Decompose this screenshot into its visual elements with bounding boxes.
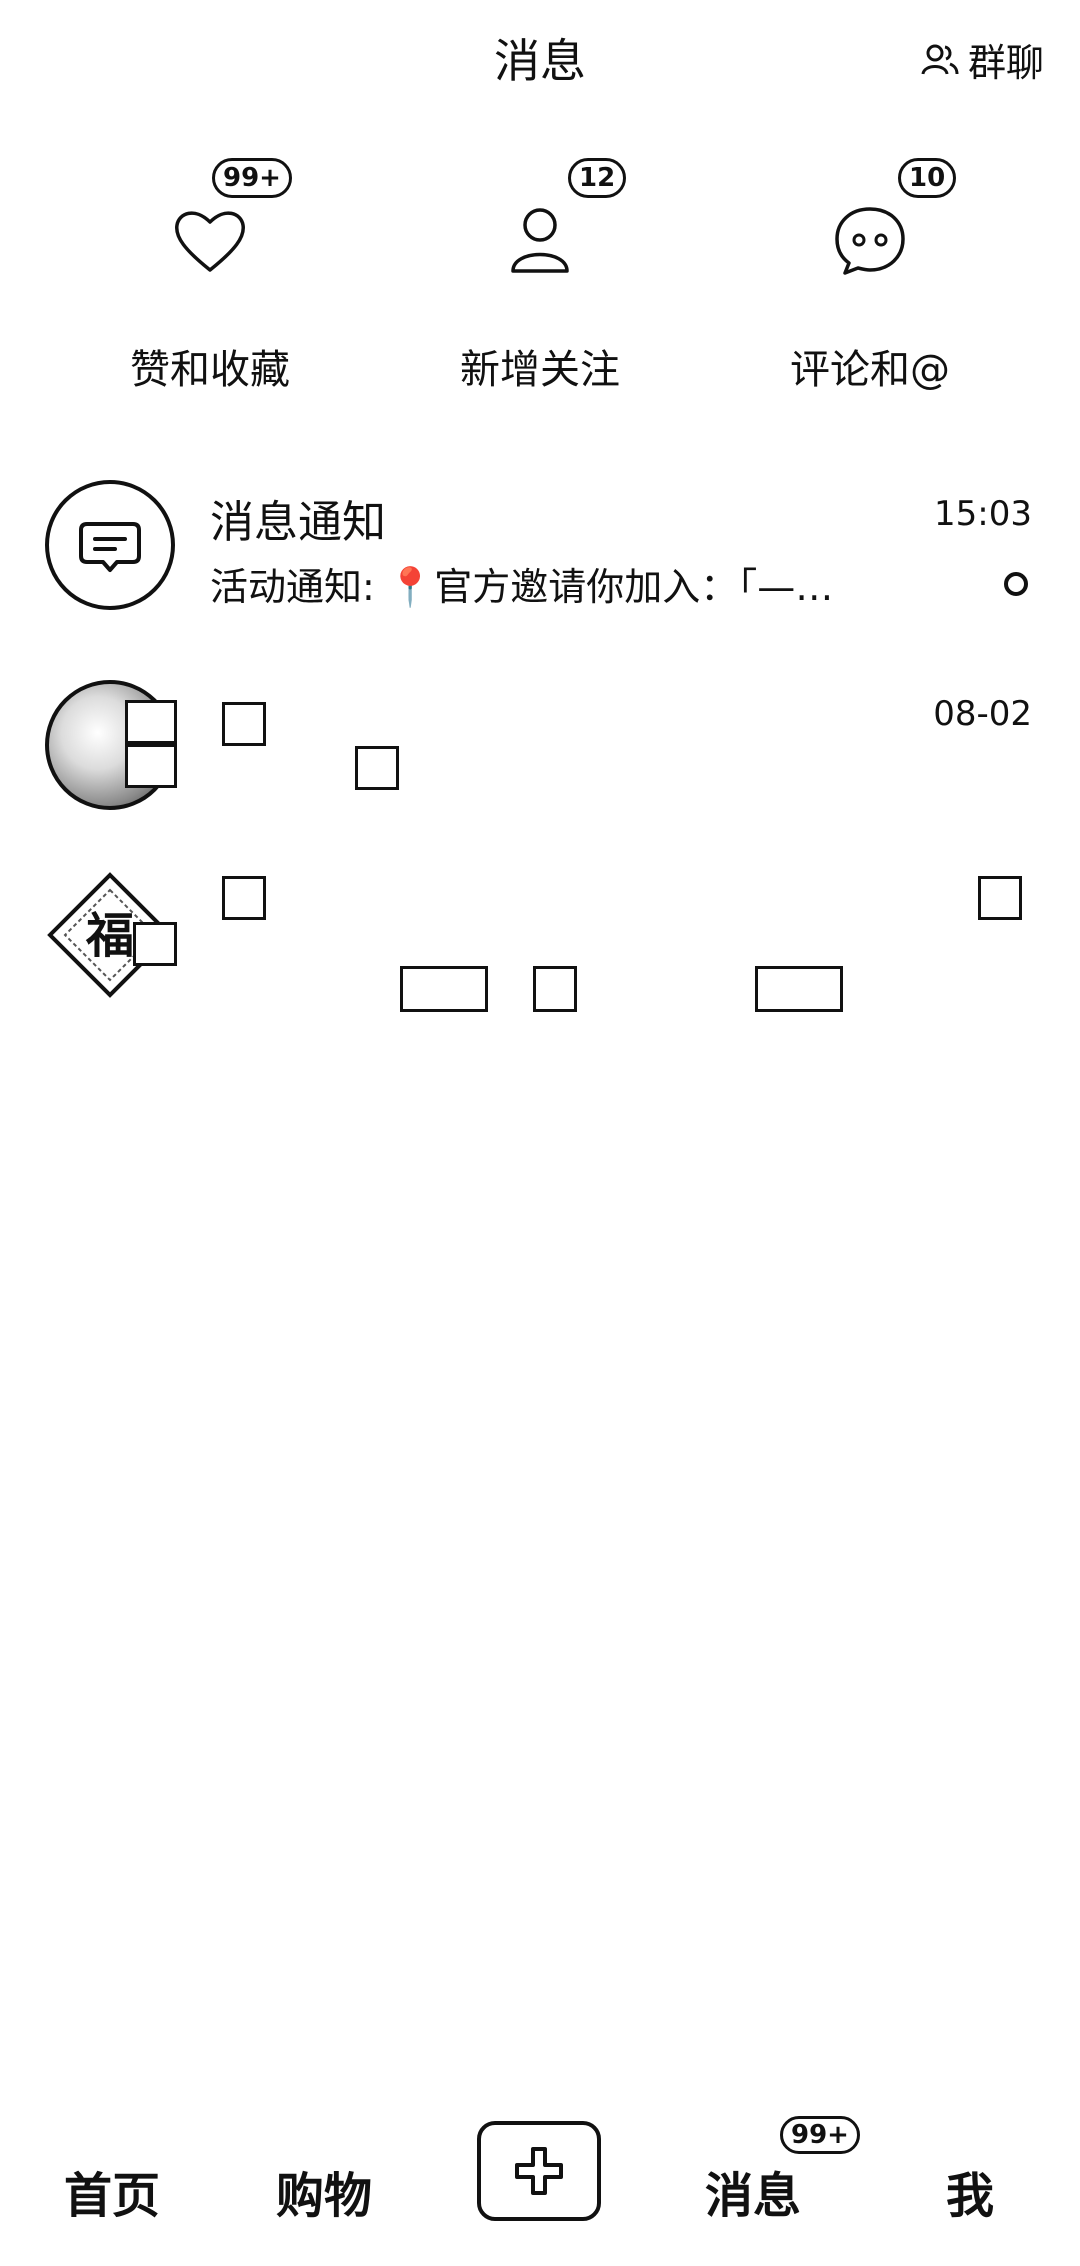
nav-messages-badge: 99+ <box>780 2116 860 2154</box>
new-followers-label: 新增关注 <box>460 347 620 393</box>
heart-icon <box>165 195 255 285</box>
new-followers-entry[interactable]: 12 新增关注 <box>390 150 690 400</box>
message-row-3[interactable]: 福 <box>0 870 1080 1040</box>
svg-text:福: 福 <box>85 908 134 964</box>
message-preview: 活动通知: 📍官方邀请你加入：「—… <box>210 565 834 609</box>
followers-badge: 12 <box>568 158 627 198</box>
add-post-button[interactable] <box>477 2121 601 2221</box>
message-row-2[interactable]: 08-02 <box>0 680 1080 850</box>
placeholder-glyph <box>222 702 266 746</box>
message-time: 08-02 <box>933 694 1032 734</box>
quick-entries: 99+ 赞和收藏 12 新增关注 10 评论和@ <box>0 150 1080 400</box>
placeholder-glyph <box>355 746 399 790</box>
top-bar: 消息 群聊 <box>0 0 1080 115</box>
likes-favorites-entry[interactable]: 99+ 赞和收藏 <box>60 150 360 400</box>
message-time: 15:03 <box>934 494 1032 534</box>
nav-home[interactable]: 首页 <box>64 2156 160 2226</box>
nav-messages[interactable]: 消息 <box>705 2156 801 2226</box>
message-row-notice[interactable]: 消息通知 15:03 活动通知: 📍官方邀请你加入：「—… <box>0 480 1080 650</box>
conversation-name: 消息通知 <box>210 497 386 548</box>
group-chat-label: 群聊 <box>967 41 1044 85</box>
comments-badge: 10 <box>898 158 957 198</box>
comments-mentions-label: 评论和@ <box>790 347 950 393</box>
person-icon <box>495 195 585 285</box>
placeholder-glyph <box>222 876 266 920</box>
plus-icon <box>515 2147 563 2195</box>
likes-badge: 99+ <box>212 158 292 198</box>
comments-mentions-entry[interactable]: 10 评论和@ <box>720 150 1020 400</box>
placeholder-glyph <box>755 966 843 1012</box>
group-people-icon <box>921 44 959 75</box>
chat-bubble-icon <box>825 195 915 285</box>
nav-me[interactable]: 我 <box>946 2156 994 2226</box>
group-chat-button[interactable]: 群聊 <box>920 32 1044 87</box>
page-title: 消息 <box>494 34 586 88</box>
nav-shop[interactable]: 购物 <box>276 2156 372 2226</box>
placeholder-glyph <box>400 966 488 1012</box>
unread-dot <box>1004 572 1028 596</box>
placeholder-glyph <box>978 876 1022 920</box>
likes-favorites-label: 赞和收藏 <box>130 347 290 393</box>
placeholder-glyph <box>533 966 577 1012</box>
placeholder-glyph <box>125 744 177 788</box>
placeholder-glyph <box>133 922 177 966</box>
message-notice-icon <box>45 480 175 610</box>
placeholder-glyph <box>125 700 177 744</box>
bottom-nav: 首页 购物 消息 99+ 我 <box>0 2116 1080 2266</box>
